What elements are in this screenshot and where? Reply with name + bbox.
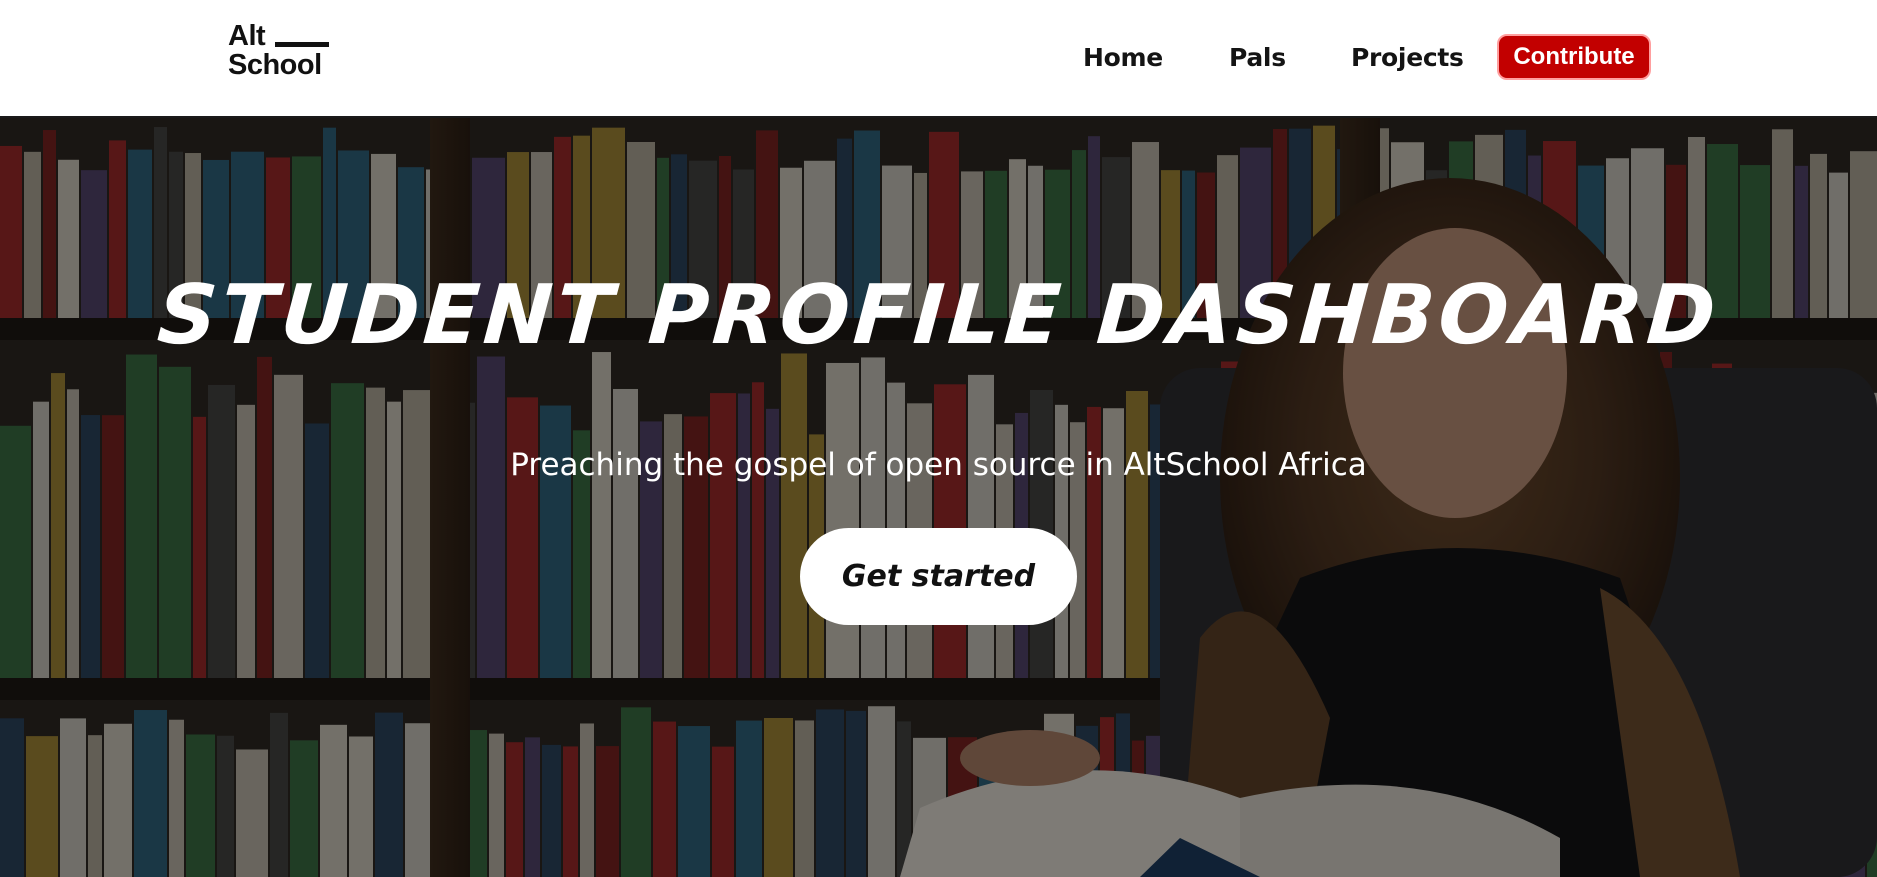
hero-section: STUDENT PROFILE DASHBOARD Preaching the … — [0, 118, 1877, 877]
nav-projects-link[interactable]: Projects — [1351, 36, 1464, 80]
hero-title: STUDENT PROFILE DASHBOARD — [154, 268, 1723, 363]
nav-pals-link[interactable]: Pals — [1229, 36, 1286, 80]
get-started-button[interactable]: Get started — [800, 528, 1077, 625]
altschool-logo[interactable]: Alt School — [228, 20, 332, 82]
logo-text-alt: Alt — [228, 20, 266, 52]
hero-subtitle: Preaching the gospel of open source in A… — [510, 447, 1367, 483]
logo-text-school: School — [228, 49, 322, 81]
contribute-button[interactable]: Contribute — [1497, 34, 1651, 80]
hero-dark-overlay — [0, 118, 1877, 877]
nav-home-link[interactable]: Home — [1083, 36, 1163, 80]
site-header: Alt School Home Pals Projects Contribute — [0, 0, 1877, 118]
logo-underline — [275, 42, 329, 47]
